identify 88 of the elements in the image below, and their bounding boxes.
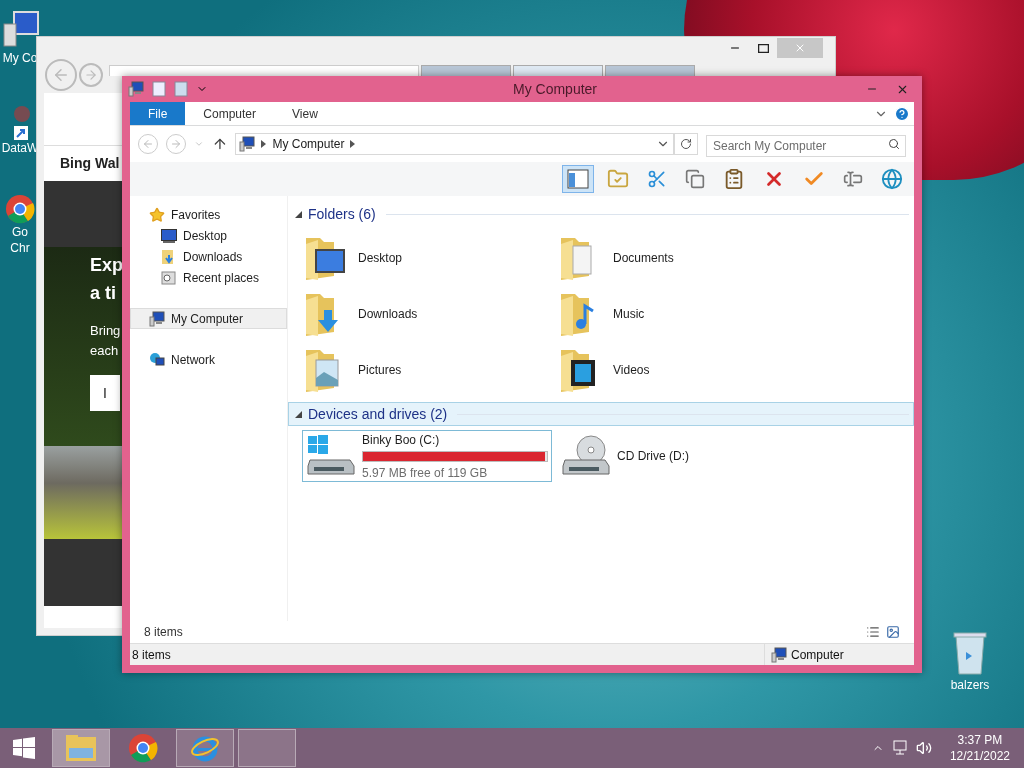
icon-label: Go xyxy=(12,224,28,240)
chrome-icon xyxy=(128,733,158,763)
status-text: 8 items xyxy=(132,646,171,664)
group-header[interactable]: Devices and drives (2) xyxy=(288,402,914,426)
close-icon xyxy=(794,42,806,54)
address-field[interactable]: My Computer xyxy=(235,133,675,155)
hero-text: Bring xyxy=(90,322,121,340)
breadcrumb[interactable]: My Computer xyxy=(272,135,345,153)
rename-icon xyxy=(843,169,863,189)
nav-item[interactable]: Recent places xyxy=(130,267,287,288)
ribbon-tab[interactable]: View xyxy=(274,102,336,125)
ribbon-tab[interactable]: Computer xyxy=(185,102,275,125)
computer-icon xyxy=(239,136,256,152)
folder-item[interactable]: Downloads xyxy=(302,286,557,342)
computer-icon xyxy=(128,81,144,97)
back-arrow-icon xyxy=(141,138,154,150)
icon-label: balzers xyxy=(950,677,990,694)
refresh-icon xyxy=(680,138,693,150)
drive-tile[interactable]: CD Drive (D:) xyxy=(557,430,807,482)
item-count: 8 items xyxy=(144,624,183,641)
window-title: My Computer xyxy=(513,79,597,99)
refresh-button[interactable] xyxy=(674,133,698,155)
folder-item[interactable]: Music xyxy=(557,286,812,342)
group-title: Folders (6) xyxy=(308,204,376,224)
banner-button[interactable]: I xyxy=(90,375,120,411)
folder-icon xyxy=(65,734,97,762)
scissors-icon xyxy=(647,169,667,189)
search-field[interactable]: Search My Computer xyxy=(705,135,906,157)
cd-drive-icon xyxy=(561,434,611,478)
drive-name: Binky Boo (C:) xyxy=(362,431,441,449)
folder-item[interactable]: Documents xyxy=(557,230,812,286)
globe-icon xyxy=(881,168,903,190)
toolbar-button[interactable] xyxy=(562,165,594,193)
chevron-icon xyxy=(350,140,356,148)
help-icon[interactable] xyxy=(894,105,910,122)
large-icons-view-icon[interactable] xyxy=(886,625,900,639)
drive-space: 5.97 MB free of 119 GB xyxy=(362,464,489,482)
details-view-icon[interactable] xyxy=(866,625,880,639)
new-folder-icon xyxy=(174,81,188,97)
folder-item[interactable]: Videos xyxy=(557,342,812,398)
nav-item[interactable]: Favorites xyxy=(130,204,287,225)
nav-item[interactable]: My Computer xyxy=(130,308,287,329)
browser-tab[interactable] xyxy=(513,65,603,76)
recycle-bin-icon xyxy=(950,630,990,676)
hero-text: Exp xyxy=(90,254,123,277)
maximize-icon xyxy=(757,43,769,53)
page-heading: Bing Wal xyxy=(60,154,120,173)
group-title: Devices and drives (2) xyxy=(308,404,448,424)
ribbon-tab[interactable]: File xyxy=(130,102,186,125)
forward-arrow-icon xyxy=(84,68,98,82)
taskbar-button[interactable] xyxy=(238,729,296,767)
hero-text: each xyxy=(90,342,119,360)
folder-item[interactable]: Pictures xyxy=(302,342,557,398)
nav-item[interactable]: Downloads xyxy=(130,246,287,267)
collapse-icon xyxy=(295,210,302,218)
forward-button[interactable] xyxy=(79,63,103,87)
hero-text: a ti xyxy=(90,282,116,305)
drive-tile[interactable]: Binky Boo (C:) 5.97 MB free of 119 GB xyxy=(302,430,552,482)
clock[interactable]: 3:37 PM 12/21/2022 xyxy=(949,732,1010,764)
volume-icon[interactable] xyxy=(915,740,932,756)
properties-icon xyxy=(152,81,166,97)
back-button[interactable] xyxy=(45,59,77,91)
clipboard-icon xyxy=(723,168,745,190)
chevron-icon xyxy=(261,140,267,148)
drive-icon xyxy=(306,434,356,478)
preview-pane-icon xyxy=(567,169,589,189)
network-icon[interactable] xyxy=(891,740,908,756)
computer-icon xyxy=(0,10,40,50)
copy-icon xyxy=(685,169,705,189)
folder-item[interactable]: Desktop xyxy=(302,230,557,286)
monitor-icon xyxy=(161,228,177,243)
forward-arrow-icon xyxy=(169,138,182,150)
search-icon xyxy=(888,138,900,150)
network-icon xyxy=(149,351,165,368)
icon-label: Chr xyxy=(10,240,30,256)
drive-name: CD Drive (D:) xyxy=(617,448,690,465)
computer-icon xyxy=(149,310,165,327)
folder-check-icon xyxy=(607,168,629,190)
chrome-icon xyxy=(5,194,35,224)
status-text: Computer xyxy=(791,646,844,664)
computer-icon xyxy=(771,646,787,663)
taskbar-button[interactable] xyxy=(176,729,234,767)
star-icon xyxy=(149,206,165,223)
windows-logo-icon xyxy=(12,736,36,760)
group-header[interactable]: Folders (6) xyxy=(288,202,914,226)
collapse-icon xyxy=(295,410,302,418)
nav-item[interactable]: Desktop xyxy=(130,225,287,246)
nav-item[interactable]: Network xyxy=(130,349,287,370)
